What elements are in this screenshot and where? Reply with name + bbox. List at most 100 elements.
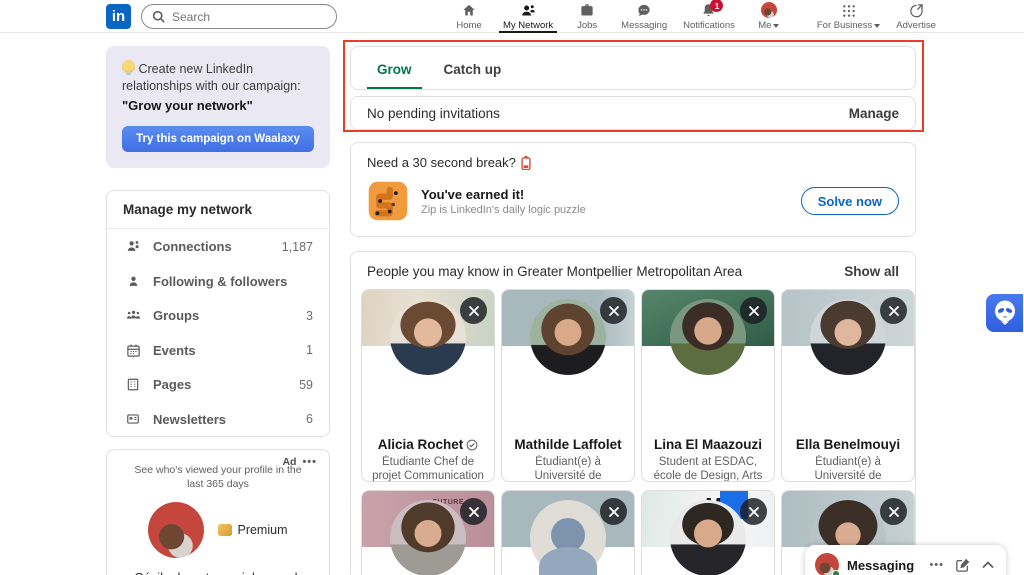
premium-icon xyxy=(218,523,233,536)
person-headline: Étudiant(e) à Université de Montpellier xyxy=(534,456,602,482)
pages-count: 59 xyxy=(299,377,313,392)
person-headline: Student at ESDAC, école de Design, Arts … xyxy=(653,456,763,482)
tab-grow[interactable]: Grow xyxy=(365,62,424,89)
verified-icon xyxy=(466,439,478,451)
calendar-icon xyxy=(123,343,143,358)
advertise-icon xyxy=(909,3,924,18)
messaging-icon xyxy=(636,3,652,18)
zip-headline: You've earned it! xyxy=(421,186,525,202)
profile-avatar xyxy=(148,501,205,558)
alien-icon xyxy=(993,300,1017,326)
dismiss-icon[interactable] xyxy=(740,297,767,324)
overflow-icon[interactable]: ••• xyxy=(302,456,317,468)
waalaxy-alien-widget[interactable] xyxy=(985,293,1024,333)
search-box[interactable] xyxy=(141,4,337,29)
nav-for-business[interactable]: For Business xyxy=(809,0,888,33)
dismiss-icon[interactable] xyxy=(600,297,627,324)
person-icon xyxy=(123,274,143,289)
left-sidebar: Create new LinkedIn relationships with o… xyxy=(106,46,330,575)
manage-network-title: Manage my network xyxy=(107,191,329,230)
tab-catch-up[interactable]: Catch up xyxy=(432,62,514,89)
overflow-icon[interactable]: ••• xyxy=(929,559,944,571)
person-card: Mathilde Laffolet Étudiant(e) à Universi… xyxy=(501,289,635,482)
pages-icon xyxy=(123,377,143,392)
person-card: Alicia Rochet Étudiante Chef de projet C… xyxy=(361,289,495,482)
person-card: FUTURE xyxy=(361,490,495,575)
dismiss-icon[interactable] xyxy=(600,498,627,525)
nav-me[interactable]: Me xyxy=(743,0,795,33)
dismiss-icon[interactable] xyxy=(880,498,907,525)
sidebar-item-newsletters[interactable]: Newsletters 6 xyxy=(107,402,329,437)
lightbulb-icon xyxy=(122,60,135,75)
dismiss-icon[interactable] xyxy=(880,297,907,324)
nav-my-network[interactable]: My Network xyxy=(495,0,561,33)
linkedin-logo[interactable]: in xyxy=(106,4,131,29)
person-avatar-placeholder[interactable] xyxy=(530,500,606,575)
search-icon xyxy=(152,10,165,23)
sidebar-item-following[interactable]: Following & followers xyxy=(107,264,329,299)
solve-now-button[interactable]: Solve now xyxy=(800,187,899,215)
invitations-card: No pending invitations Manage xyxy=(350,96,916,130)
sidebar-item-events[interactable]: Events 1 xyxy=(107,333,329,368)
network-icon xyxy=(520,3,537,18)
ad-headline: See who's viewed your profile in the las… xyxy=(134,464,302,490)
notification-badge: 1 xyxy=(710,0,724,12)
manage-invitations-link[interactable]: Manage xyxy=(849,106,899,121)
me-avatar xyxy=(760,2,777,18)
nav-jobs[interactable]: Jobs xyxy=(561,0,613,33)
messaging-label: Messaging xyxy=(847,557,915,573)
person-name[interactable]: Lina El Maazouzi xyxy=(654,437,762,452)
newsletter-icon xyxy=(123,412,143,426)
person-name[interactable]: Alicia Rochet xyxy=(378,437,464,452)
person-headline: Étudiante Chef de projet Communication &… xyxy=(372,456,484,482)
dismiss-icon[interactable] xyxy=(740,498,767,525)
campaign-text: Create new LinkedIn relationships with o… xyxy=(122,62,301,93)
nav-home[interactable]: Home xyxy=(443,0,495,33)
manage-network-card: Manage my network Connections 1,187 Foll… xyxy=(106,190,330,438)
groups-count: 3 xyxy=(306,308,313,323)
events-count: 1 xyxy=(306,343,313,358)
sidebar-item-connections[interactable]: Connections 1,187 xyxy=(107,229,329,264)
chevron-down-icon xyxy=(874,23,881,28)
person-card: Ella Benelmouyi Étudiant(e) à Université… xyxy=(781,289,915,482)
nav-messaging[interactable]: Messaging xyxy=(613,0,675,33)
network-tabs-card: Grow Catch up xyxy=(350,46,916,90)
ad-cta-text: Cécile, boost your job search with Premi… xyxy=(119,570,317,575)
invitations-status: No pending invitations xyxy=(367,105,500,121)
nav-advertise[interactable]: Advertise xyxy=(888,0,944,33)
pymk-row-1: Alicia Rochet Étudiante Chef de projet C… xyxy=(359,289,915,482)
person-avatar[interactable] xyxy=(670,500,746,575)
person-avatar[interactable] xyxy=(670,299,746,375)
search-input[interactable] xyxy=(172,9,322,24)
nav-notifications[interactable]: 1 Notifications xyxy=(675,0,743,33)
person-card: M xyxy=(641,490,775,575)
people-you-may-know-card: People you may know in Greater Montpelli… xyxy=(350,251,916,575)
bell-icon: 1 xyxy=(701,0,724,18)
dismiss-icon[interactable] xyxy=(460,498,487,525)
nav-separator xyxy=(795,0,809,33)
person-headline: Étudiant(e) à Université de Montpellier xyxy=(814,456,882,482)
person-avatar[interactable] xyxy=(530,299,606,375)
messaging-dock[interactable]: Messaging ••• xyxy=(805,545,1006,575)
main-content: Grow Catch up No pending invitations Man… xyxy=(350,46,916,575)
try-campaign-button[interactable]: Try this campaign on Waalaxy xyxy=(122,126,314,153)
show-all-link[interactable]: Show all xyxy=(844,264,899,279)
break-title: Need a 30 second break? xyxy=(367,155,516,170)
battery-icon xyxy=(521,155,531,170)
sidebar-item-groups[interactable]: Groups 3 xyxy=(107,298,329,333)
top-nav-bar: in Home My Network Jobs xyxy=(0,0,1024,33)
person-name[interactable]: Mathilde Laffolet xyxy=(514,437,621,452)
chevron-up-icon[interactable] xyxy=(982,561,994,569)
compose-icon[interactable] xyxy=(956,558,970,572)
grid-icon xyxy=(842,3,856,18)
sidebar-item-pages[interactable]: Pages 59 xyxy=(107,367,329,402)
premium-ad-card: Ad ••• See who's viewed your profile in … xyxy=(106,449,330,575)
home-icon xyxy=(461,3,477,18)
person-avatar[interactable] xyxy=(390,500,466,575)
person-name[interactable]: Ella Benelmouyi xyxy=(796,437,900,452)
zip-subtitle: Zip is LinkedIn's daily logic puzzle xyxy=(421,203,586,216)
premium-label: Premium xyxy=(237,522,288,537)
person-avatar[interactable] xyxy=(810,299,886,375)
dismiss-icon[interactable] xyxy=(460,297,487,324)
person-avatar[interactable] xyxy=(390,299,466,375)
